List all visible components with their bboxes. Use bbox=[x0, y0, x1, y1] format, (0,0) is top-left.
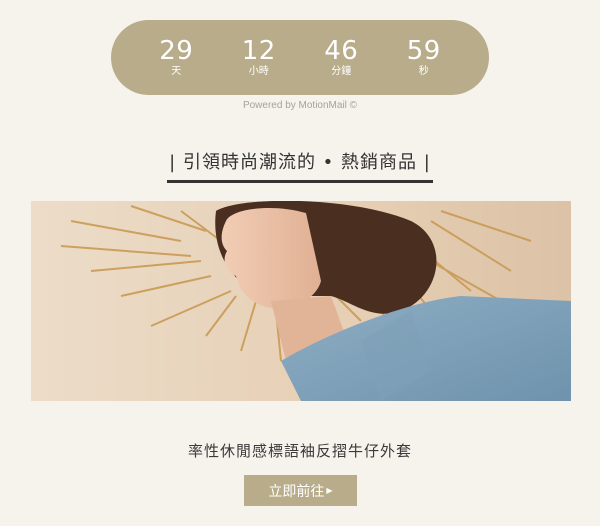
countdown-minutes-label: 分鐘 bbox=[331, 65, 352, 77]
countdown-days-value: 29 bbox=[159, 35, 194, 66]
countdown-hours-label: 小時 bbox=[248, 65, 269, 77]
countdown-minutes-value: 46 bbox=[324, 35, 359, 66]
hero-illustration bbox=[31, 201, 571, 401]
section-heading-wrap: | 引領時尚潮流的 • 熱銷商品 | bbox=[0, 146, 600, 183]
powered-by-text[interactable]: Powered by MotionMail © bbox=[0, 100, 600, 111]
section-heading: | 引領時尚潮流的 • 熱銷商品 | bbox=[167, 146, 433, 183]
shop-now-button[interactable]: 立即前往 ▶ bbox=[244, 475, 357, 506]
countdown-days-label: 天 bbox=[171, 65, 182, 77]
countdown-hours-value: 12 bbox=[241, 35, 276, 66]
hero-image[interactable] bbox=[31, 201, 571, 401]
countdown-timer: 29 天 12 小時 46 分鐘 59 秒 bbox=[111, 20, 489, 95]
countdown-days: 29 天 bbox=[141, 37, 211, 79]
countdown-hours: 12 小時 bbox=[224, 37, 294, 79]
countdown-seconds-label: 秒 bbox=[418, 65, 429, 77]
shop-now-label: 立即前往 bbox=[268, 483, 325, 500]
countdown-minutes: 46 分鐘 bbox=[306, 37, 376, 79]
countdown-seconds-value: 59 bbox=[406, 35, 441, 66]
triangle-right-icon: ▶ bbox=[326, 485, 333, 495]
countdown-seconds: 59 秒 bbox=[389, 37, 459, 79]
product-name: 率性休閒感標語袖反摺牛仔外套 bbox=[187, 442, 412, 460]
